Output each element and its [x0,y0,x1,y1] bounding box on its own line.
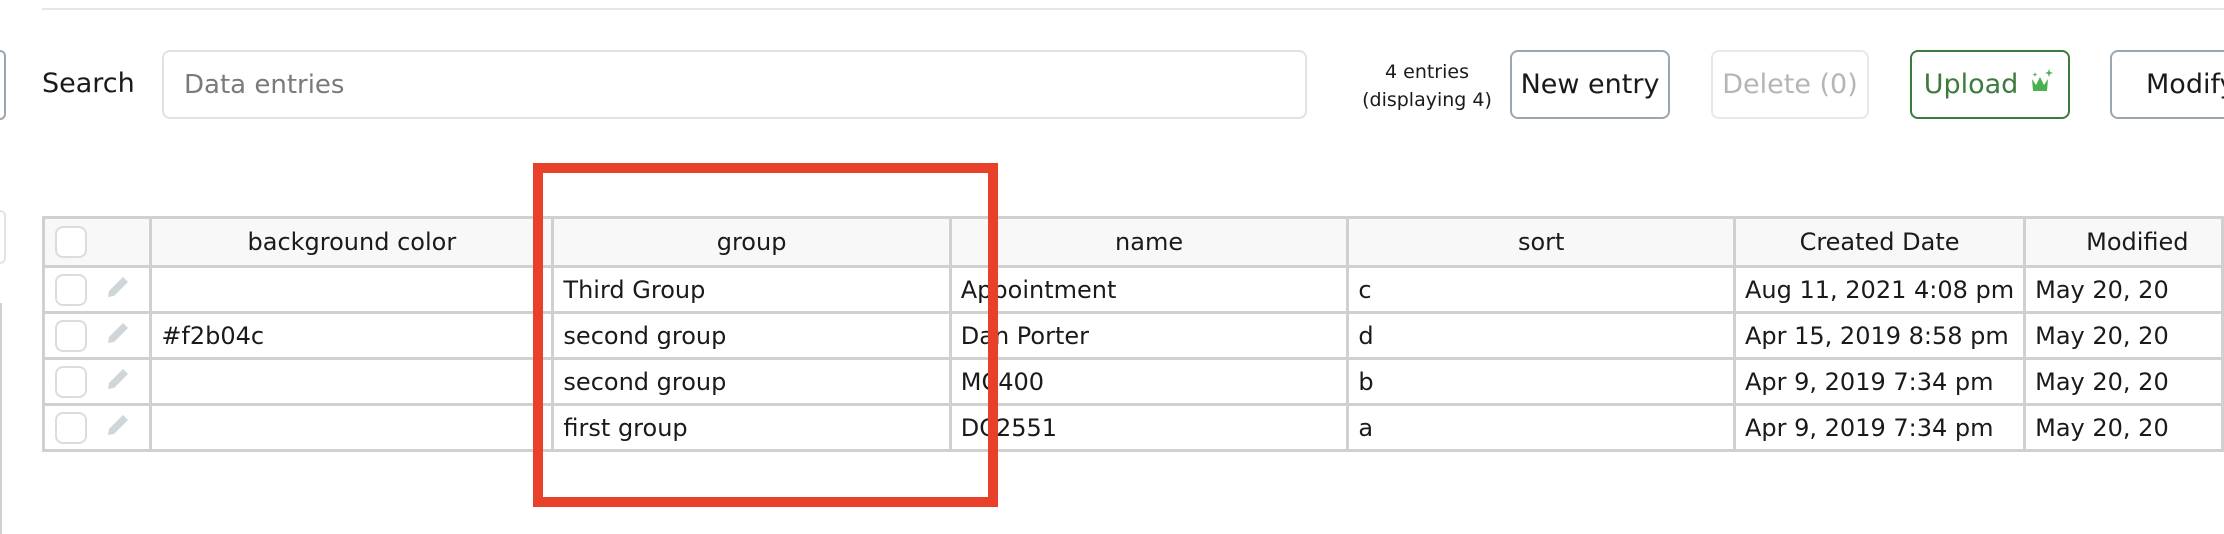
new-entry-button[interactable]: New entry [1510,50,1670,119]
cell-sort: d [1346,311,1736,360]
data-table: background color group name sort Created… [41,216,2224,452]
row-checkbox[interactable] [55,365,87,398]
table-header-row: background color group name sort Created… [41,216,2224,268]
pencil-icon[interactable] [105,320,131,352]
crown-sparkle-icon [2028,67,2056,102]
cell-name: MC400 [948,357,1350,406]
cell-created-date: Apr 9, 2019 7:34 pm [1732,357,2027,406]
top-divider [42,8,2224,10]
row-controls [41,265,153,314]
sidebar-button-edge[interactable] [0,50,6,120]
cell-created-date: Apr 15, 2019 8:58 pm [1732,311,2027,360]
cell-name: Appointment [948,265,1350,314]
cell-name: Dan Porter [948,311,1350,360]
entries-count: 4 entries (displaying 4) [1362,61,1492,111]
cell-background-color [149,265,555,314]
row-checkbox[interactable] [55,273,87,306]
column-header-sort[interactable]: sort [1346,216,1736,268]
cell-group: Third Group [551,265,952,314]
cell-background-color [149,357,555,406]
table-row[interactable]: Third Group Appointment c Aug 11, 2021 4… [41,265,2224,314]
column-header-modified[interactable]: Modified [2023,216,2224,268]
column-header-group[interactable]: group [551,216,952,268]
cell-background-color: #f2b04c [149,311,555,360]
pencil-icon[interactable] [105,412,131,444]
cell-created-date: Apr 9, 2019 7:34 pm [1732,403,2027,452]
cell-sort: b [1346,357,1736,406]
select-all-cell [41,216,153,268]
cell-created-date: Aug 11, 2021 4:08 pm [1732,265,2027,314]
delete-button[interactable]: Delete (0) [1711,50,1869,119]
table-row[interactable]: first group DC2551 a Apr 9, 2019 7:34 pm… [41,403,2224,452]
search-label: Search [42,68,135,99]
cell-modified: May 20, 20 [2023,357,2224,406]
select-all-checkbox[interactable] [55,226,87,258]
cell-group: first group [551,403,952,452]
pencil-icon[interactable] [105,366,131,398]
sidebar-button-edge-2[interactable] [0,210,6,264]
sidebar-edge-line [0,303,2,534]
modify-button[interactable]: Modify [2110,50,2224,119]
cell-background-color [149,403,555,452]
cell-modified: May 20, 20 [2023,311,2224,360]
upload-button-label: Upload [1923,69,2019,100]
cell-modified: May 20, 20 [2023,403,2224,452]
column-header-created-date[interactable]: Created Date [1732,216,2027,268]
row-controls [41,311,153,360]
cell-name: DC2551 [948,403,1350,452]
pencil-icon[interactable] [105,274,131,306]
column-header-name[interactable]: name [948,216,1350,268]
row-checkbox[interactable] [55,319,87,352]
column-header-background-color[interactable]: background color [149,216,555,268]
row-checkbox[interactable] [55,411,87,444]
table-row[interactable]: #f2b04c second group Dan Porter d Apr 15… [41,311,2224,360]
cell-sort: a [1346,403,1736,452]
table-row[interactable]: second group MC400 b Apr 9, 2019 7:34 pm… [41,357,2224,406]
cell-group: second group [551,311,952,360]
cell-modified: May 20, 20 [2023,265,2224,314]
upload-button[interactable]: Upload [1910,50,2070,119]
cell-sort: c [1346,265,1736,314]
cell-group: second group [551,357,952,406]
row-controls [41,403,153,452]
row-controls [41,357,153,406]
search-input[interactable] [162,50,1307,119]
